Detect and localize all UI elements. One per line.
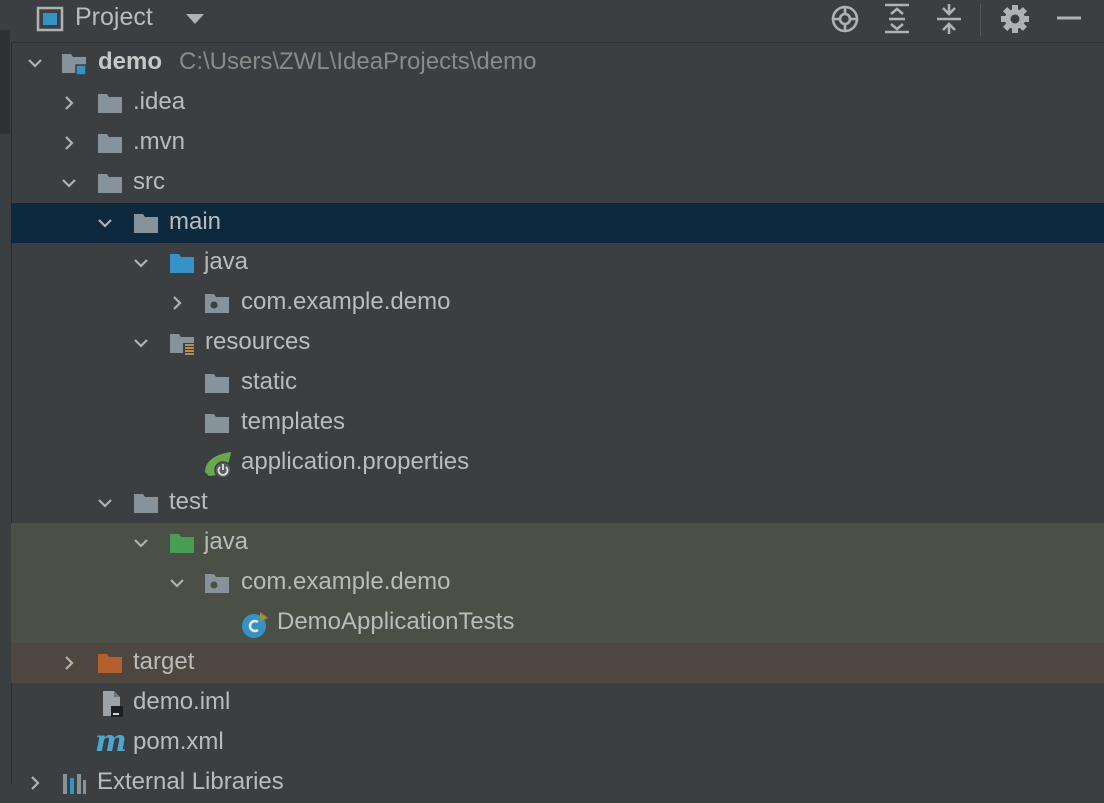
tree-label: DemoApplicationTests xyxy=(277,608,515,635)
folder-icon xyxy=(133,490,159,516)
tree-row-idea[interactable]: .idea xyxy=(11,83,1104,123)
tree-row-static[interactable]: static xyxy=(11,363,1104,403)
chevron-down-icon[interactable] xyxy=(133,255,149,271)
libraries-icon xyxy=(61,770,87,796)
tree-label: demo xyxy=(98,48,163,75)
chevron-right-icon[interactable] xyxy=(27,775,43,791)
chevron-down-icon[interactable] xyxy=(97,215,113,231)
chevron-down-icon[interactable] xyxy=(133,535,149,551)
tree-label: main xyxy=(169,208,222,235)
tree-label: test xyxy=(169,488,208,515)
tree-label: application.properties xyxy=(241,448,470,475)
tree-row-resources[interactable]: resources xyxy=(11,323,1104,363)
tree-row-demo-iml[interactable]: demo.iml xyxy=(11,683,1104,723)
tree-row-test-class[interactable]: DemoApplicationTests xyxy=(11,603,1104,643)
tree-label: pom.xml xyxy=(133,728,224,755)
tree-row-external-libraries[interactable]: External Libraries xyxy=(11,763,1104,803)
chevron-right-icon[interactable] xyxy=(61,135,77,151)
chevron-down-icon[interactable] xyxy=(27,55,43,71)
tree-row-test-java[interactable]: java xyxy=(11,523,1104,563)
expand-all-icon[interactable] xyxy=(879,2,915,36)
tree-label: java xyxy=(204,528,249,555)
panel-title[interactable]: Project xyxy=(75,3,153,32)
test-class-icon xyxy=(240,610,268,638)
tree-label: java xyxy=(204,248,249,275)
chevron-down-icon[interactable] xyxy=(169,575,185,591)
tree-row-application-properties[interactable]: application.properties xyxy=(11,443,1104,483)
toolbar-separator xyxy=(980,4,981,36)
gear-icon[interactable] xyxy=(997,2,1033,36)
tree-path-label: C:\Users\ZWL\IdeaProjects\demo xyxy=(179,48,537,75)
folder-icon xyxy=(133,210,159,236)
tree-label: .idea xyxy=(133,88,186,115)
tree-row-demo[interactable]: demo C:\Users\ZWL\IdeaProjects\demo xyxy=(11,43,1104,83)
tree-label: target xyxy=(133,648,195,675)
hide-panel-icon[interactable] xyxy=(1051,2,1087,36)
chevron-down-icon[interactable] xyxy=(133,335,149,351)
folder-icon xyxy=(97,90,123,116)
chevron-right-icon[interactable] xyxy=(61,655,77,671)
tree-row-test-package[interactable]: com.example.demo xyxy=(11,563,1104,603)
excluded-folder-icon xyxy=(97,650,123,676)
tree-label: src xyxy=(133,168,165,195)
tree-row-test[interactable]: test xyxy=(11,483,1104,523)
iml-file-icon xyxy=(99,690,125,717)
tree-label: static xyxy=(241,368,298,395)
chevron-down-icon[interactable] xyxy=(97,495,113,511)
tree-row-mvn[interactable]: .mvn xyxy=(11,123,1104,163)
package-icon xyxy=(204,290,230,316)
project-panel-header: Project xyxy=(11,0,1104,43)
tree-label: com.example.demo xyxy=(241,568,451,595)
folder-icon xyxy=(97,170,123,196)
tree-row-target[interactable]: target xyxy=(11,643,1104,683)
folder-icon xyxy=(204,370,230,396)
chevron-down-icon[interactable] xyxy=(61,175,77,191)
module-folder-icon xyxy=(61,50,87,76)
project-window-icon xyxy=(36,5,64,38)
tree-row-src[interactable]: src xyxy=(11,163,1104,203)
test-source-folder-icon xyxy=(169,530,195,556)
chevron-right-icon[interactable] xyxy=(61,95,77,111)
spring-properties-icon xyxy=(203,450,232,479)
tree-row-main[interactable]: main xyxy=(11,203,1104,243)
resources-folder-icon xyxy=(169,330,195,356)
tree-row-main-package[interactable]: com.example.demo xyxy=(11,283,1104,323)
folder-icon xyxy=(204,410,230,436)
tree-label: templates xyxy=(241,408,346,435)
project-tool-tab[interactable] xyxy=(0,30,10,134)
maven-icon: m xyxy=(95,724,127,759)
collapse-all-icon[interactable] xyxy=(931,2,967,36)
package-icon xyxy=(204,570,230,596)
chevron-right-icon[interactable] xyxy=(169,295,185,311)
project-tree: demo C:\Users\ZWL\IdeaProjects\demo .ide… xyxy=(11,43,1104,803)
tree-label: com.example.demo xyxy=(241,288,451,315)
tree-row-main-java[interactable]: java xyxy=(11,243,1104,283)
tree-row-templates[interactable]: templates xyxy=(11,403,1104,443)
view-dropdown-icon[interactable] xyxy=(185,12,205,31)
folder-icon xyxy=(97,130,123,156)
tree-label: .mvn xyxy=(133,128,186,155)
locate-icon[interactable] xyxy=(827,2,863,36)
tree-row-pom[interactable]: m pom.xml xyxy=(11,723,1104,763)
tree-label: demo.iml xyxy=(133,688,231,715)
tree-label: External Libraries xyxy=(97,768,284,795)
source-folder-icon xyxy=(169,250,195,276)
tree-label: resources xyxy=(205,328,311,355)
